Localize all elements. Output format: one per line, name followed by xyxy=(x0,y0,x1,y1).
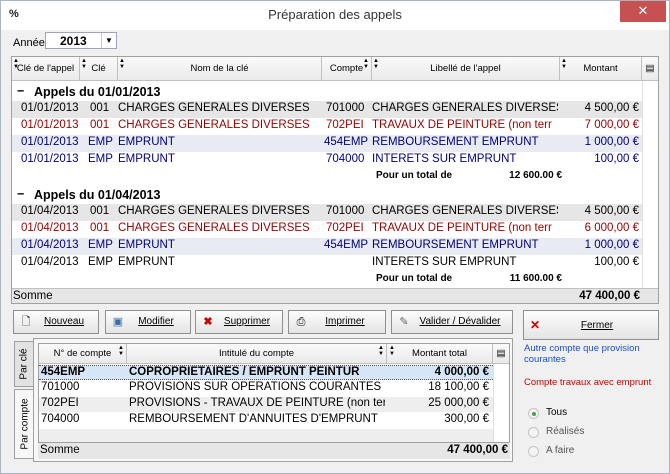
new-document-icon: 🗋 xyxy=(21,316,31,328)
window-close-button[interactable]: ✕ xyxy=(620,1,666,22)
tab-par-compte[interactable]: Par compte xyxy=(14,389,34,459)
sort-icon: ▲ ▼ xyxy=(373,58,379,70)
app-window: % Préparation des appels ✕ Année 2013 ▼ … xyxy=(0,0,670,474)
sort-icon: ▲ ▼ xyxy=(561,58,567,70)
col-header-libelle[interactable]: ▲ ▼ Libellé de l'appel xyxy=(372,57,560,81)
grid-options-icon[interactable]: ▤ xyxy=(493,344,509,364)
table-row[interactable]: 702PEI PROVISIONS - TRAVAUX DE PEINTURE … xyxy=(39,397,493,412)
table-row-empty xyxy=(39,429,493,442)
year-value: 2013 xyxy=(60,34,87,48)
group-header[interactable]: − Appels du 01/01/2013 xyxy=(12,84,642,101)
collapse-icon[interactable]: − xyxy=(17,187,27,201)
validate-icon: ✎ xyxy=(399,316,409,328)
accounts-scrollbar[interactable] xyxy=(493,364,509,442)
new-button[interactable]: 🗋 Nouveau xyxy=(13,310,99,334)
year-select[interactable]: 2013 ▼ xyxy=(45,32,117,49)
legend-other-account: Autre compte que provision courantes xyxy=(524,343,640,365)
delete-icon: ✖ xyxy=(203,316,213,328)
collapse-icon[interactable]: − xyxy=(17,84,27,98)
table-row[interactable]: 01/04/2013 001 CHARGES GENERALES DIVERSE… xyxy=(12,204,642,221)
chevron-down-icon[interactable]: ▼ xyxy=(101,33,116,48)
col-header-cle[interactable]: ▲ ▼ Clé xyxy=(80,57,118,81)
table-row[interactable]: 01/04/2013 001 CHARGES GENERALES DIVERSE… xyxy=(12,221,642,238)
table-row[interactable]: 01/01/2013 EMP EMPRUNT 454EMP REMBOURSEM… xyxy=(12,135,642,152)
radio-dot xyxy=(528,408,539,419)
table-row[interactable]: 01/01/2013 001 CHARGES GENERALES DIVERSE… xyxy=(12,101,642,118)
table-row[interactable]: 454EMP COPROPRIETAIRES / EMPRUNT PEINTUR… xyxy=(39,365,493,380)
edit-icon: ▣ xyxy=(112,316,124,328)
delete-button[interactable]: ✖ Supprimer xyxy=(195,310,283,334)
edit-button[interactable]: ▣ Modifier xyxy=(105,310,191,334)
accounts-grid: N° de compte ▲ ▼ Intitulé du compte ▲ ▼ Mont… xyxy=(38,343,510,443)
radio-dot xyxy=(528,446,539,457)
sort-icon: ▲ ▼ xyxy=(13,58,19,70)
printer-icon: ⎙ xyxy=(296,316,306,328)
table-row[interactable]: 704000 REMBOURSEMENT D'ANNUITES D'EMPRUN… xyxy=(39,413,493,428)
table-row[interactable]: 01/01/2013 001 CHARGES GENERALES DIVERSE… xyxy=(12,118,642,135)
col-header-numero-compte[interactable]: N° de compte ▲ ▼ xyxy=(39,344,127,364)
accounts-sum-bar: Somme 47 400,00 € xyxy=(38,443,510,459)
validate-button[interactable]: ✎ Valider / Dévalider xyxy=(391,310,513,334)
window-title: Préparation des appels xyxy=(268,7,402,22)
group-total-row: Pour un total de 12 600.00 € xyxy=(376,170,562,181)
col-header-montant[interactable]: ▲ ▼ Montant xyxy=(560,57,642,81)
col-header-montant-total[interactable]: Montant total ▲ ▼ xyxy=(387,344,493,364)
group-total-row: Pour un total de 11 600.00 € xyxy=(376,273,562,284)
table-row[interactable]: 01/01/2013 EMP EMPRUNT 704000 INTERETS S… xyxy=(12,152,642,169)
table-row[interactable]: 01/04/2013 EMP EMPRUNT 454EMP REMBOURSEM… xyxy=(12,238,642,255)
radio-dot xyxy=(528,427,539,438)
sort-icon: ▲ ▼ xyxy=(363,58,369,70)
grid-scrollbar[interactable] xyxy=(642,81,658,290)
sort-icon: ▲ ▼ xyxy=(119,58,125,70)
close-button[interactable]: ✕ Fermer xyxy=(523,310,659,340)
grid-sum-bar: Somme 47 400,00 € xyxy=(12,288,658,303)
view-tabs: Par clé Par compte xyxy=(14,341,34,461)
appeals-grid: ▲ ▼ Clé de l'appel ▲ ▼ Clé ▲ ▼ Nom de la clé ▲… xyxy=(11,56,659,304)
sort-icon: ▲ ▼ xyxy=(81,58,87,70)
col-header-compte[interactable]: ▲ ▼ Compte xyxy=(322,57,372,81)
sort-icon: ▲ ▼ xyxy=(118,345,124,357)
grid-options-icon[interactable]: ▤ xyxy=(642,57,658,81)
title-bar: % Préparation des appels ✕ xyxy=(1,1,669,30)
table-row[interactable]: 701000 PROVISIONS SUR OPERATIONS COURANT… xyxy=(39,381,493,396)
print-button[interactable]: ⎙ Imprimer xyxy=(288,310,386,334)
year-label: Année xyxy=(13,37,45,49)
col-header-cle-appel[interactable]: ▲ ▼ Clé de l'appel xyxy=(12,57,80,81)
tab-par-cle[interactable]: Par clé xyxy=(14,341,34,387)
sort-icon: ▲ ▼ xyxy=(378,345,384,357)
sort-icon: ▲ ▼ xyxy=(389,345,395,357)
group-header[interactable]: − Appels du 01/04/2013 xyxy=(12,187,642,204)
col-header-intitule[interactable]: Intitulé du compte ▲ ▼ xyxy=(127,344,387,364)
legend-works-loan: Compte travaux avec emprunt xyxy=(524,377,652,388)
table-row[interactable]: 01/04/2013 EMP EMPRUNT INTERETS SUR EMPR… xyxy=(12,255,642,272)
col-header-nom-cle[interactable]: ▲ ▼ Nom de la clé xyxy=(118,57,322,81)
accounts-panel: N° de compte ▲ ▼ Intitulé du compte ▲ ▼ Mont… xyxy=(33,338,513,462)
